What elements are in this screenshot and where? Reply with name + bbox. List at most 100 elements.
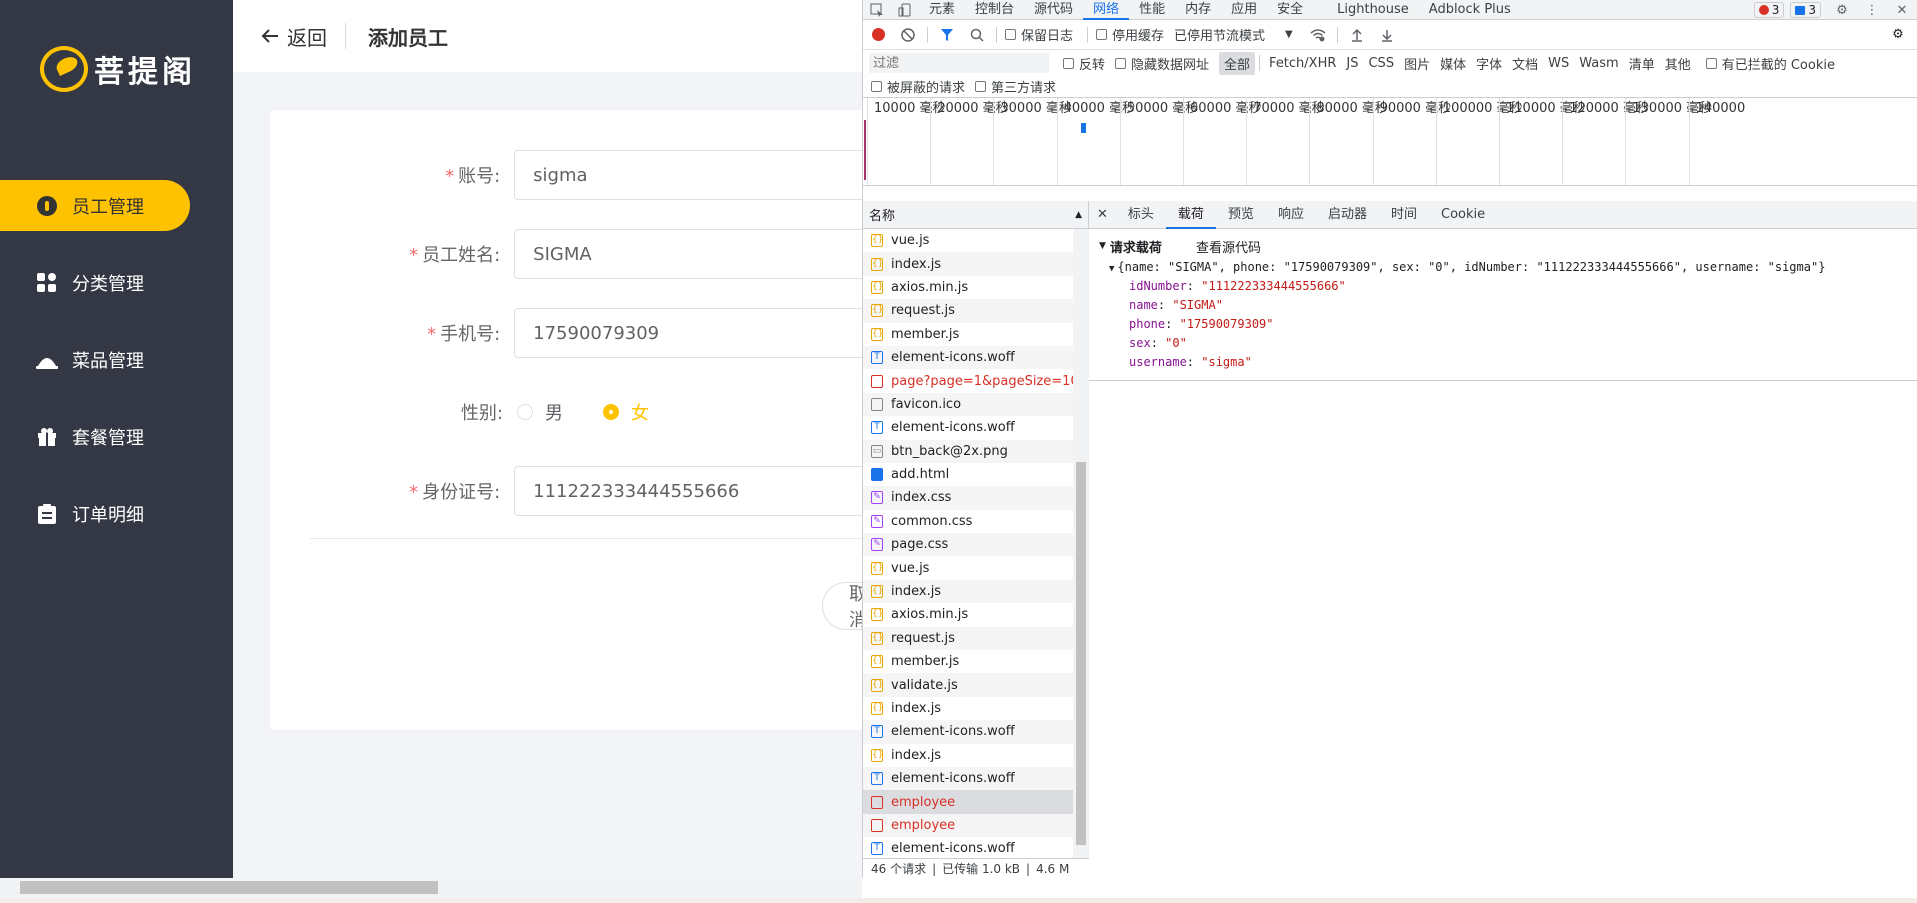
horizontal-scrollbar[interactable] <box>0 878 862 898</box>
account-input[interactable]: sigma <box>514 150 862 200</box>
request-row[interactable]: {} index.js <box>863 697 1073 720</box>
filter-type-css[interactable]: CSS <box>1363 54 1399 73</box>
request-row[interactable]: ▭ btn_back@2x.png <box>863 439 1073 463</box>
network-conditions-icon[interactable] <box>1303 22 1333 48</box>
errors-badge[interactable]: 3 <box>1753 2 1785 18</box>
id-number-input[interactable]: 111222333444555666 <box>514 466 862 516</box>
tab-security[interactable]: 安全 <box>1267 0 1313 20</box>
request-row[interactable]: {} validate.js <box>863 673 1073 697</box>
filter-input[interactable] <box>869 53 1049 73</box>
filter-type-fetch[interactable]: Fetch/XHR <box>1264 54 1341 73</box>
filter-type-wasm[interactable]: Wasm <box>1574 54 1623 73</box>
close-icon[interactable]: ✕ <box>1887 0 1917 20</box>
throttle-select[interactable]: 已停用节流模式 ▼ <box>1174 25 1293 44</box>
device-toolbar-icon[interactable] <box>891 0 919 20</box>
filter-type-manifest[interactable]: 清单 <box>1624 52 1660 75</box>
tab-lighthouse[interactable]: Lighthouse <box>1327 0 1419 20</box>
filter-type-ws[interactable]: WS <box>1543 54 1574 73</box>
employee-name-input[interactable]: SIGMA <box>514 229 862 279</box>
sidebar-item-dish[interactable]: 菜品管理 <box>0 334 190 385</box>
hide-data-urls-checkbox[interactable]: 隐藏数据网址 <box>1115 54 1209 73</box>
tab-performance[interactable]: 性能 <box>1129 0 1175 20</box>
tab-initiator[interactable]: 启动器 <box>1316 201 1379 229</box>
search-icon[interactable] <box>962 22 992 48</box>
blocked-cookies-checkbox[interactable]: 有已拦截的 Cookie <box>1705 54 1835 73</box>
filter-type-other[interactable]: 其他 <box>1660 52 1696 75</box>
blocked-requests-checkbox[interactable]: 被屏蔽的请求 <box>871 77 965 96</box>
network-timeline[interactable]: 10000 毫秒 20000 毫秒 30000 毫秒 40000 毫秒 50000 毫秒… <box>863 98 1917 186</box>
cancel-button[interactable]: 取消 <box>822 582 862 630</box>
network-settings-gear-icon[interactable]: ⚙ <box>1883 22 1913 48</box>
tab-network[interactable]: 网络 <box>1083 0 1130 20</box>
request-row[interactable]: {} vue.js <box>863 556 1073 579</box>
scrollbar-thumb[interactable] <box>20 881 438 894</box>
tab-headers[interactable]: 标头 <box>1116 201 1166 229</box>
sidebar-item-employee[interactable]: 员工管理 <box>0 180 190 231</box>
request-row[interactable]: {} request.js <box>863 626 1073 651</box>
gender-female-radio[interactable]: 女 <box>603 399 649 425</box>
request-row[interactable]: {} vue.js <box>863 229 1073 252</box>
tab-elements[interactable]: 元素 <box>919 0 965 20</box>
export-har-icon[interactable] <box>1372 22 1402 48</box>
request-row[interactable]: employee <box>863 813 1073 838</box>
filter-type-all[interactable]: 全部 <box>1219 51 1256 75</box>
filter-icon[interactable] <box>932 22 962 48</box>
tab-response[interactable]: 响应 <box>1266 201 1316 229</box>
request-row[interactable]: {} axios.min.js <box>863 603 1073 626</box>
gender-male-radio[interactable]: 男 <box>517 399 563 425</box>
request-row[interactable]: {} member.js <box>863 323 1073 346</box>
back-button[interactable]: 返回 <box>261 22 327 51</box>
tab-sources[interactable]: 源代码 <box>1024 0 1083 20</box>
filter-type-img[interactable]: 图片 <box>1399 52 1435 75</box>
request-row[interactable]: Telement-icons.woff <box>863 720 1073 744</box>
preserve-log-checkbox[interactable]: 保留日志 <box>1005 25 1073 44</box>
clear-icon[interactable] <box>893 22 923 48</box>
request-list-scrollbar[interactable] <box>1073 229 1089 862</box>
disable-cache-checkbox[interactable]: 停用缓存 <box>1096 25 1164 44</box>
request-row[interactable]: Telement-icons.woff <box>863 416 1073 439</box>
filter-type-doc[interactable]: 文档 <box>1507 52 1543 75</box>
request-row[interactable]: Telement-icons.woff <box>863 766 1073 791</box>
request-row[interactable]: {} axios.min.js <box>863 276 1073 299</box>
more-menu-icon[interactable]: ⋮ <box>1857 0 1887 20</box>
payload-title[interactable]: 请求载荷 <box>1110 237 1162 256</box>
tab-timing[interactable]: 时间 <box>1379 201 1429 229</box>
tab-adblock[interactable]: Adblock Plus <box>1419 0 1521 20</box>
messages-badge[interactable]: 3 <box>1790 2 1821 18</box>
scrollbar-thumb[interactable] <box>1076 462 1086 845</box>
invert-checkbox[interactable]: 反转 <box>1063 54 1105 73</box>
sidebar-item-combo[interactable]: 套餐管理 <box>0 411 190 462</box>
request-row[interactable]: employee <box>863 790 1073 814</box>
settings-gear-icon[interactable]: ⚙ <box>1827 0 1857 20</box>
tab-application[interactable]: 应用 <box>1221 0 1267 20</box>
tab-cookies[interactable]: Cookie <box>1429 201 1497 229</box>
inspect-element-icon[interactable] <box>863 0 891 20</box>
third-party-checkbox[interactable]: 第三方请求 <box>975 77 1056 96</box>
tab-memory[interactable]: 内存 <box>1175 0 1221 20</box>
import-har-icon[interactable] <box>1342 22 1372 48</box>
request-row[interactable]: favicon.ico <box>863 392 1073 417</box>
triangle-down-icon[interactable]: ▼ <box>1099 241 1106 251</box>
tab-preview[interactable]: 预览 <box>1216 201 1266 229</box>
request-list-header[interactable]: 名称 ▲ <box>863 201 1088 229</box>
record-icon[interactable] <box>863 22 893 48</box>
request-row[interactable]: {} request.js <box>863 299 1073 323</box>
sidebar-item-order[interactable]: 订单明细 <box>0 488 190 539</box>
phone-input[interactable]: 17590079309 <box>514 308 862 358</box>
request-row[interactable]: {} index.js <box>863 744 1073 767</box>
request-row[interactable]: ✎ page.css <box>863 533 1073 557</box>
view-source-link[interactable]: 查看源代码 <box>1196 237 1261 256</box>
request-row[interactable]: {} member.js <box>863 650 1073 673</box>
request-row[interactable]: add.html <box>863 463 1073 486</box>
filter-type-font[interactable]: 字体 <box>1471 52 1507 75</box>
request-row[interactable]: ✎ index.css <box>863 486 1073 510</box>
tab-console[interactable]: 控制台 <box>965 0 1024 20</box>
request-row[interactable]: ✎ common.css <box>863 510 1073 533</box>
payload-summary-row[interactable]: ▼ {name: "SIGMA", phone: "17590079309", s… <box>1099 257 1908 277</box>
request-row[interactable]: {} index.js <box>863 252 1073 276</box>
request-row[interactable]: Telement-icons.woff <box>863 345 1073 370</box>
tab-payload[interactable]: 载荷 <box>1165 201 1216 229</box>
close-detail-icon[interactable]: ✕ <box>1089 201 1116 229</box>
sidebar-item-category[interactable]: 分类管理 <box>0 257 190 308</box>
request-row[interactable]: page?page=1&pageSize=10 <box>863 369 1073 392</box>
